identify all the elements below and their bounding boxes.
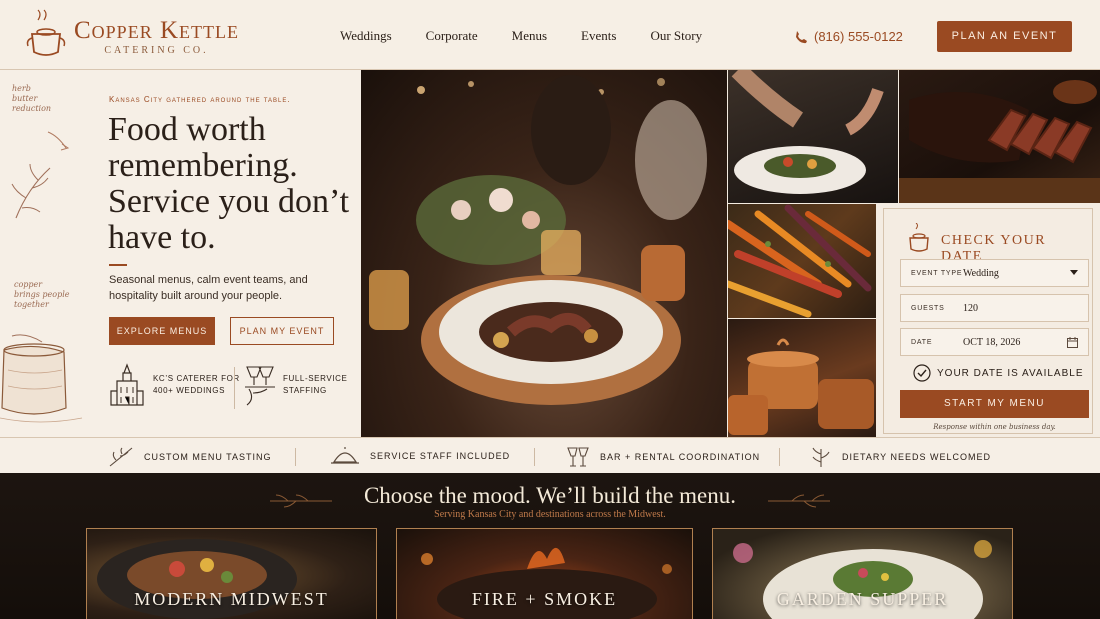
dinner-table-photo (361, 70, 727, 437)
mood-title: Choose the mood. We’ll build the menu. (363, 483, 737, 508)
feature-dietary-label: DIETARY NEEDS WELCOMED (842, 452, 992, 462)
mood-card-label: FIRE + SMOKE (471, 589, 618, 609)
site-header: Copper Kettle CATERING CO. Weddings Corp… (0, 0, 1100, 70)
brand-subtitle: CATERING CO. (104, 45, 209, 56)
nav-events[interactable]: Events (581, 28, 616, 44)
handwritten-note-top: herb butter reduction (12, 84, 52, 113)
check-date-card: CHECK YOUR DATE EVENT TYPE Wedding GUEST… (877, 204, 1100, 437)
plan-my-event-button[interactable]: PLAN MY EVENT (230, 317, 334, 345)
mood-card-label: GARDEN SUPPER (776, 589, 949, 609)
sprig-icon (812, 447, 830, 467)
credential-divider (234, 367, 235, 409)
explore-menus-button[interactable]: EXPLORE MENUS (109, 317, 215, 345)
waiter-icon (245, 366, 275, 406)
phone-link[interactable]: (816) 555-0122 (794, 29, 903, 44)
hero-kicker: Kansas City gathered around the table. (109, 95, 291, 104)
main-nav: Weddings Corporate Menus Events Our Stor… (340, 28, 736, 44)
feature-divider (534, 448, 535, 466)
glasses-icon (567, 447, 589, 467)
feature-service-staff-label: SERVICE STAFF INCLUDED (370, 451, 511, 461)
feature-divider (779, 448, 780, 466)
check-circle-icon (913, 364, 931, 382)
availability-status: YOUR DATE IS AVAILABLE (913, 364, 1084, 382)
date-value: OCT 18, 2026 (963, 336, 1021, 348)
mood-section: Choose the mood. We’ll build the menu. S… (0, 473, 1100, 619)
event-type-value: Wedding (963, 267, 999, 279)
brisket-scene (899, 80, 1100, 203)
feature-divider (295, 448, 296, 466)
date-input[interactable]: DATE OCT 18, 2026 (900, 328, 1089, 356)
credential-weddings-text: KC’S CATERER FOR 400+ WEDDINGS (153, 374, 240, 395)
feature-service-staff: SERVICE STAFF INCLUDED (330, 446, 510, 466)
feature-dietary: DIETARY NEEDS WELCOMED (810, 446, 991, 468)
hero-headline: Food worth remembering. Service you don’… (108, 111, 350, 256)
dinner-scene (369, 75, 707, 405)
brand-name: Copper Kettle (74, 17, 239, 44)
date-label: DATE (911, 338, 933, 346)
sprig-icon (109, 447, 133, 467)
roasted-carrots-photo (728, 204, 876, 318)
feature-menu-tasting-label: CUSTOM MENU TASTING (144, 452, 272, 462)
hero-subtext: Seasonal menus, calm event teams, and ho… (109, 274, 308, 302)
copper-pots-photo (728, 319, 876, 437)
start-my-menu-button[interactable]: START MY MENU (900, 390, 1089, 418)
guests-value: 120 (963, 302, 978, 314)
guests-input[interactable]: GUESTS 120 (900, 294, 1089, 322)
mood-card-fire-smoke[interactable]: FIRE + SMOKE (396, 528, 693, 619)
chevron-down-icon (1070, 270, 1078, 275)
nav-weddings[interactable]: Weddings (340, 28, 392, 44)
credential-staffing-text: FULL-SERVICE STAFFING (283, 374, 348, 395)
brisket-photo (899, 70, 1100, 203)
availability-text: YOUR DATE IS AVAILABLE (937, 367, 1084, 379)
chef-scene (731, 70, 884, 194)
copper-pot-sketch-icon (0, 334, 83, 423)
phone-icon (796, 30, 807, 43)
guests-label: GUESTS (911, 304, 945, 312)
kettle-icon[interactable] (24, 8, 68, 62)
check-date-card-frame: CHECK YOUR DATE EVENT TYPE Wedding GUEST… (883, 208, 1093, 434)
hero-intro: herb butter reduction Kansas City gather… (0, 70, 361, 437)
nav-our-story[interactable]: Our Story (650, 28, 702, 44)
accent-rule (109, 264, 127, 266)
kettle-icon (909, 223, 929, 252)
response-note: Response within one business day. (933, 423, 1056, 431)
calendar-icon[interactable] (1067, 336, 1078, 348)
plan-event-button[interactable]: PLAN AN EVENT (937, 21, 1072, 52)
mood-subtitle: Serving Kansas City and destinations acr… (434, 509, 666, 520)
chef-plating-photo (728, 70, 898, 203)
mood-card-modern-midwest[interactable]: MODERN MIDWEST (86, 528, 377, 619)
credential-staffing: FULL-SERVICE STAFFING (243, 363, 347, 407)
herb-sketch-icon (11, 131, 70, 219)
building-icon (110, 363, 144, 406)
event-type-select[interactable]: EVENT TYPE Wedding (900, 259, 1089, 287)
mood-card-label: MODERN MIDWEST (134, 589, 329, 609)
feature-strip: CUSTOM MENU TASTING SERVICE STAFF INCLUD… (0, 437, 1100, 473)
mood-card-garden-supper[interactable]: GARDEN SUPPER (712, 528, 1013, 619)
feature-bar-rental-label: BAR + RENTAL COORDINATION (600, 452, 761, 462)
nav-corporate[interactable]: Corporate (426, 28, 478, 44)
credential-weddings: KC’S CATERER FOR 400+ WEDDINGS (109, 363, 240, 407)
cloche-icon (331, 447, 359, 464)
event-type-label: EVENT TYPE (911, 269, 963, 277)
carrots-scene (728, 204, 872, 318)
feature-menu-tasting: CUSTOM MENU TASTING (108, 446, 272, 468)
feature-bar-rental: BAR + RENTAL COORDINATION (566, 446, 760, 468)
phone-number: (816) 555-0122 (814, 29, 903, 44)
nav-menus[interactable]: Menus (512, 28, 547, 44)
handwritten-note-bottom: copper brings people together (14, 280, 70, 309)
copper-pots-scene (728, 338, 874, 435)
brand[interactable]: Copper Kettle CATERING CO. (74, 17, 239, 57)
